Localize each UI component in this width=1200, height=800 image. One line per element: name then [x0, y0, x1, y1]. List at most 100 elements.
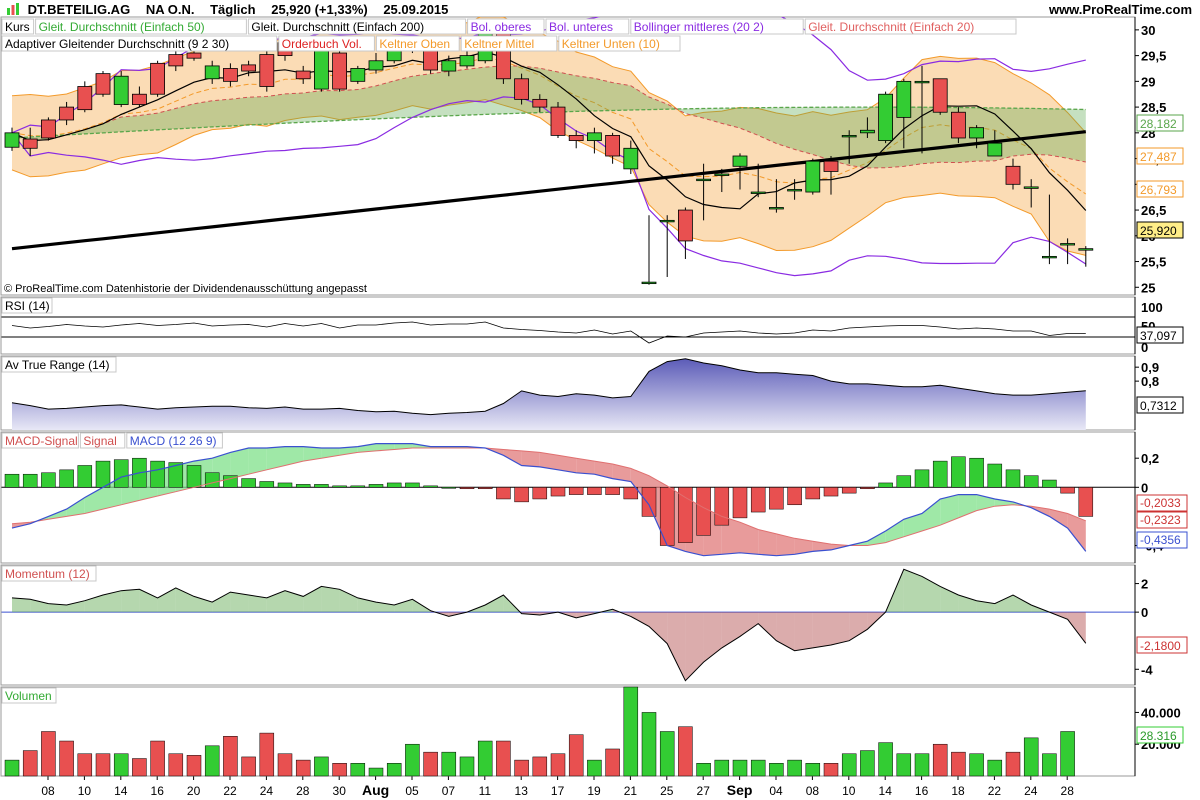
volume-bar — [1060, 731, 1075, 777]
chart-canvas: 08 10 14 16 20 22 24 28 30 Aug 05 07 11 13 17 19 21 25 27 S… — [0, 16, 1188, 798]
candle-body — [313, 50, 329, 90]
volume-bar — [987, 759, 1003, 777]
macd-histogram-bar — [987, 463, 1003, 488]
macd-histogram-bar — [659, 487, 675, 546]
x-tick-label: 04 — [769, 784, 783, 798]
candle-body — [41, 119, 56, 139]
macd-histogram-bar — [568, 487, 584, 495]
price-change: 25,920 (+1,33%) — [271, 2, 368, 17]
macd-histogram-bar — [368, 484, 384, 488]
price-last-value: 25,920 — [1140, 224, 1177, 238]
x-tick-label: 22 — [223, 784, 237, 798]
volume-bar — [332, 763, 347, 777]
momentum-area-segment — [212, 592, 231, 613]
volume-bar — [550, 753, 566, 777]
macd-histogram-bar — [423, 485, 438, 488]
volume-bar — [605, 748, 620, 777]
x-tick-label: 18 — [951, 784, 965, 798]
volume-bar — [186, 755, 202, 777]
x-tick-label: 16 — [151, 784, 165, 798]
macd-fill-segment — [521, 450, 540, 467]
volume-bar — [4, 759, 20, 777]
momentum-area-segment — [812, 612, 831, 648]
volume-bar — [386, 763, 402, 777]
legend-item: Adaptiver Gleitender Durchschnitt (9 2 3… — [5, 37, 229, 51]
candle-body — [750, 191, 766, 194]
atr-legend: Av True Range (14) — [5, 358, 110, 372]
volume-bar — [969, 753, 984, 777]
x-tick-label: 07 — [442, 784, 456, 798]
candle-body — [568, 135, 584, 141]
candle-body — [241, 64, 257, 72]
x-tick-label: 30 — [333, 784, 347, 798]
candle-body — [605, 135, 620, 157]
volume-bar — [441, 751, 457, 777]
atr-tick-label: 0,9 — [1141, 360, 1159, 375]
macd-histogram-bar — [732, 487, 748, 519]
rsi-legend: RSI (14) — [5, 299, 50, 313]
macd-histogram-bar — [878, 482, 893, 488]
candle-body — [623, 147, 639, 170]
macd-histogram-bar — [4, 473, 20, 488]
volume-bar — [295, 759, 311, 777]
macd-legend: Signal — [83, 434, 116, 448]
legend-item: Gleit. Durchschnitt (Einfach 200) — [251, 20, 424, 34]
candle-body — [459, 55, 475, 67]
candle-body — [514, 78, 529, 100]
volume-bar — [204, 745, 220, 777]
volume-bar — [750, 759, 766, 777]
candle-body — [186, 52, 202, 59]
momentum-area-segment — [12, 597, 31, 613]
macd-histogram-bar — [1078, 487, 1094, 517]
momentum-area-segment — [994, 595, 1013, 613]
momentum-last-value: -2,1800 — [1140, 639, 1181, 653]
macd-histogram-bar — [41, 472, 56, 488]
volume-bar — [22, 750, 38, 777]
momentum-area-segment — [849, 612, 868, 641]
macd-fill-segment — [740, 522, 759, 555]
momentum-area-segment — [649, 612, 668, 644]
macd-histogram-bar — [896, 475, 912, 488]
candle-body — [168, 54, 184, 67]
candle-body — [222, 68, 238, 82]
momentum-legend: Momentum (12) — [5, 567, 90, 581]
volume-bar — [477, 740, 493, 777]
x-tick-label: 24 — [1024, 784, 1038, 798]
macd-histogram-bar — [805, 487, 821, 500]
candle-body — [332, 52, 348, 90]
momentum-area-segment — [667, 612, 686, 681]
x-tick-label: 10 — [842, 784, 856, 798]
candle-body — [4, 132, 20, 148]
macd-histogram-bar — [1023, 475, 1039, 488]
x-tick-label: 14 — [879, 784, 893, 798]
candle-body — [914, 80, 930, 84]
price-tick-label: 30 — [1141, 23, 1155, 38]
legend-item: Gleit. Durchschnitt (Einfach 20) — [808, 20, 974, 34]
price-tick-label: 28,5 — [1141, 100, 1166, 115]
candle-body — [787, 189, 802, 192]
candle-body — [732, 155, 748, 167]
legend-item: Gleit. Durchschnitt (Einfach 50) — [39, 20, 205, 34]
macd-histogram-bar — [332, 485, 347, 488]
volume-bar — [568, 734, 584, 777]
momentum-area-segment — [157, 587, 176, 613]
candle-body — [878, 93, 893, 141]
momentum-area-segment — [230, 592, 249, 613]
candle-body — [969, 127, 984, 139]
volume-bar — [423, 751, 438, 777]
price-tick-label: 25 — [1141, 280, 1155, 295]
volume-bar — [150, 740, 165, 777]
x-tick-label: 27 — [697, 784, 711, 798]
macd-histogram-bar — [314, 484, 329, 488]
macd-histogram-bar — [514, 487, 529, 503]
momentum-area-segment — [740, 612, 759, 637]
candle-body — [77, 86, 93, 111]
candle-body — [769, 207, 784, 210]
site-name[interactable]: www.ProRealTime.com — [1049, 2, 1192, 17]
candle-body — [932, 78, 948, 113]
atr-tick-label: 0,8 — [1141, 374, 1159, 389]
volume-bar — [77, 753, 93, 777]
volume-bar — [678, 726, 693, 777]
momentum-area-segment — [339, 589, 358, 613]
macd-histogram-bar — [696, 487, 711, 536]
